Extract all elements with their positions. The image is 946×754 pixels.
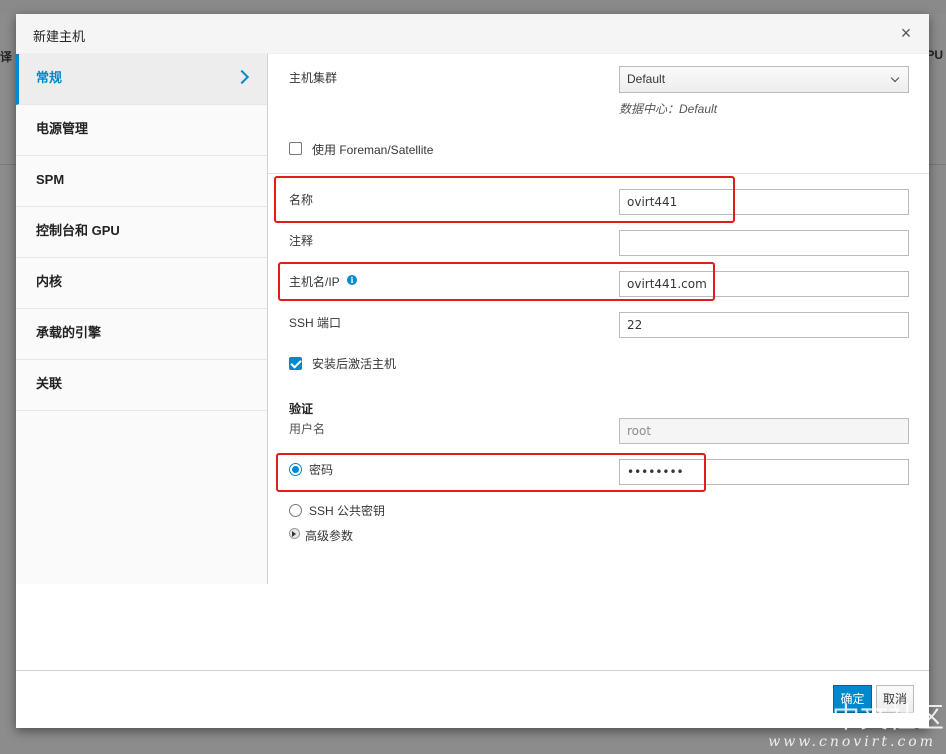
sidebar-item-kernel[interactable]: 内核	[16, 258, 267, 309]
sidebar-item-label: 内核	[36, 274, 63, 289]
sidebar-item-label: 承载的引擎	[36, 325, 102, 340]
authentication-title: 验证	[289, 402, 314, 416]
sidebar-item-console-gpu[interactable]: 控制台和 GPU	[16, 207, 267, 258]
sidebar-item-label: 电源管理	[36, 121, 89, 136]
ssh-port-field[interactable]: 22	[619, 312, 909, 338]
sidebar-item-label: SPM	[36, 172, 65, 187]
sidebar-item-power-management[interactable]: 电源管理	[16, 105, 267, 156]
sidebar-item-spm[interactable]: SPM	[16, 156, 267, 207]
cluster-label: 主机集群	[289, 71, 338, 85]
sidebar-item-label: 关联	[36, 376, 63, 391]
dialog-title: 新建主机	[33, 29, 86, 44]
close-icon[interactable]: ×	[897, 23, 915, 43]
section-divider	[268, 173, 929, 174]
sidebar-item-general[interactable]: 常规	[16, 54, 267, 105]
foreman-checkbox[interactable]	[289, 142, 302, 155]
new-host-dialog: 新建主机 × 常规 电源管理 SPM 控制台和 GPU 内核 承载的引擎 关联 …	[16, 14, 929, 728]
activate-after-install-label: 安装后激活主机	[312, 357, 397, 371]
expand-arrow-icon[interactable]	[289, 528, 300, 539]
background-text-left: 译	[0, 50, 13, 64]
sidebar-item-label: 控制台和 GPU	[36, 223, 120, 238]
background-app-header	[0, 0, 946, 14]
ssh-public-key-label: SSH 公共密钥	[309, 504, 386, 518]
data-center-hint: 数据中心：Default	[619, 102, 718, 116]
background-divider	[929, 164, 946, 165]
cluster-select-value: Default	[627, 72, 666, 86]
sidebar-item-affinity[interactable]: 关联	[16, 360, 267, 411]
background-divider	[0, 164, 16, 165]
chevron-down-icon	[890, 73, 900, 83]
dialog-sidebar: 常规 电源管理 SPM 控制台和 GPU 内核 承载的引擎 关联	[16, 54, 268, 584]
highlight-box-hostname	[278, 262, 715, 301]
chevron-right-icon	[234, 69, 250, 85]
footer-divider	[16, 670, 929, 671]
sidebar-item-hosted-engine[interactable]: 承载的引擎	[16, 309, 267, 360]
foreman-label: 使用 Foreman/Satellite	[312, 143, 434, 157]
username-label: 用户名	[289, 422, 326, 436]
dialog-header: 新建主机 ×	[16, 14, 929, 54]
comment-label: 注释	[289, 234, 314, 248]
highlight-box-password	[276, 453, 706, 492]
sidebar-item-label: 常规	[36, 70, 63, 85]
ssh-port-label: SSH 端口	[289, 316, 342, 330]
comment-field[interactable]	[619, 230, 909, 256]
cluster-select[interactable]: Default	[619, 66, 909, 93]
highlight-box-name	[274, 176, 735, 223]
username-field: root	[619, 418, 909, 444]
watermark-title: oVirt中文社区	[761, 701, 944, 734]
ssh-public-key-radio[interactable]	[289, 504, 302, 517]
advanced-parameters-toggle[interactable]: 高级参数	[305, 527, 353, 544]
watermark-url: www.cnovirt.com	[768, 734, 936, 750]
activate-after-install-checkbox[interactable]	[289, 357, 302, 370]
